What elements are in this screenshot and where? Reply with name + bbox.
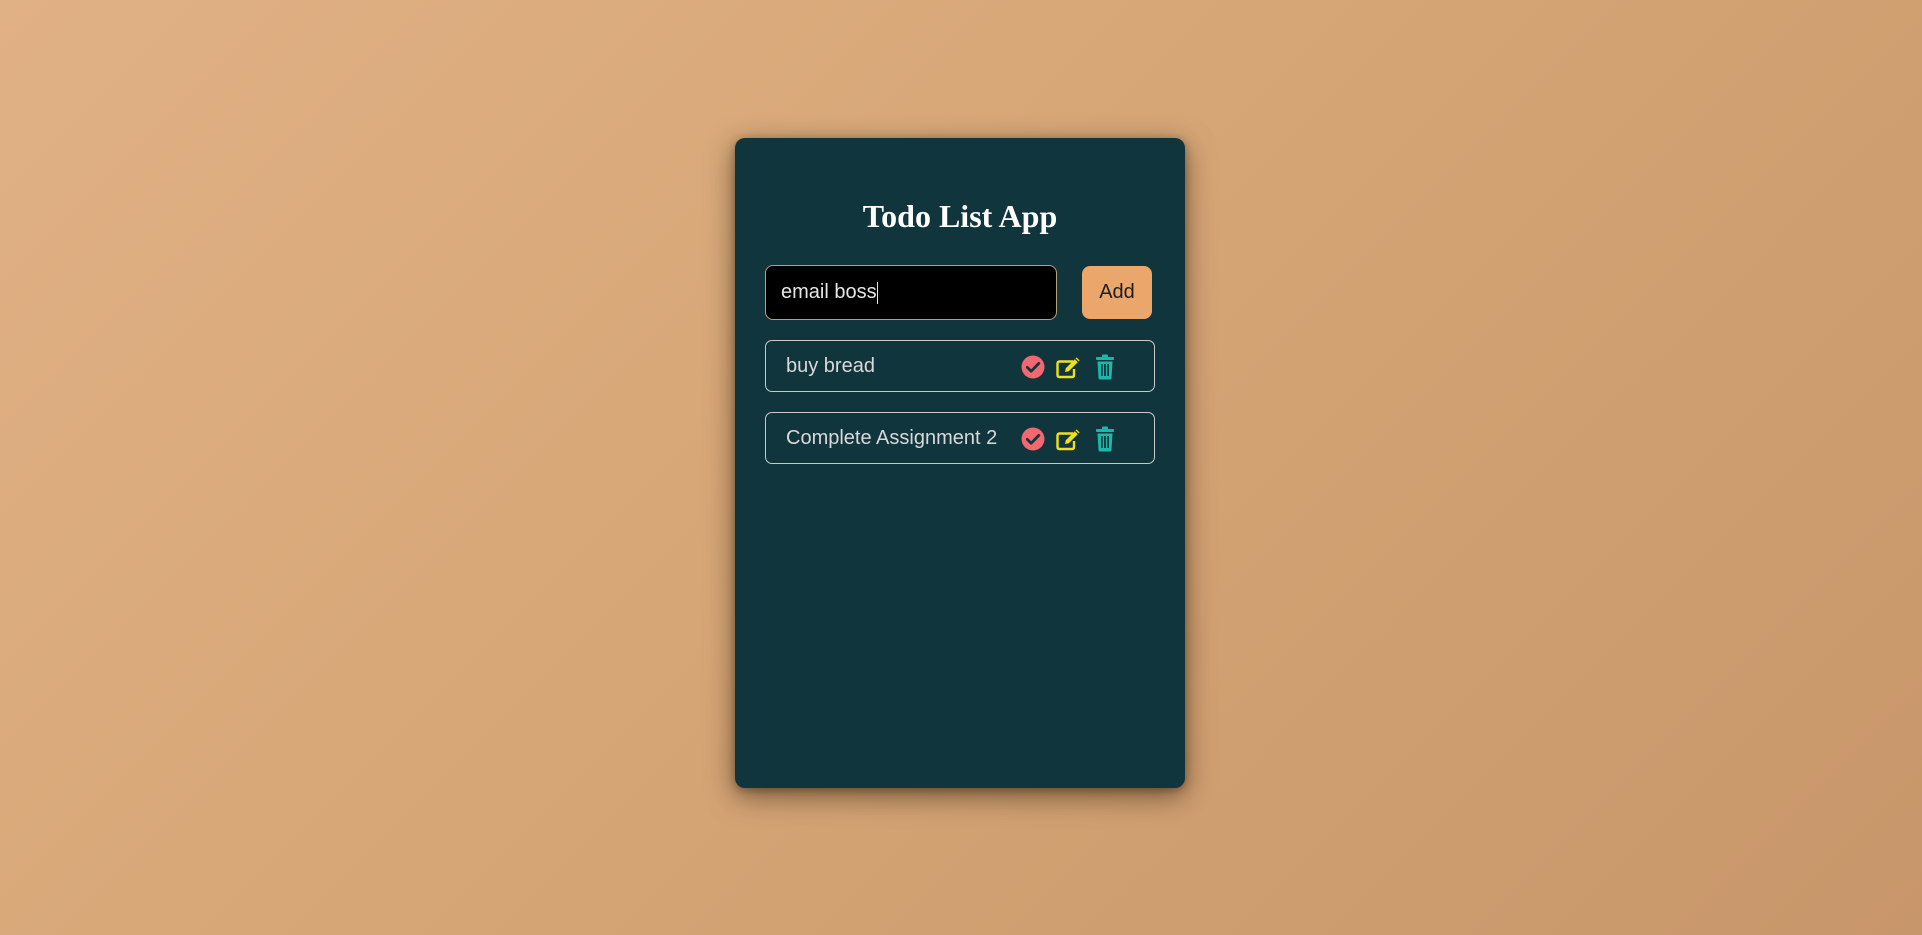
todo-item-actions xyxy=(1019,426,1127,452)
todo-list: buy bread Complete Assignment 2 xyxy=(765,340,1155,484)
todo-input[interactable]: email boss xyxy=(765,265,1057,320)
todo-item: Complete Assignment 2 xyxy=(765,412,1155,464)
pencil-square-icon[interactable] xyxy=(1055,354,1083,380)
todo-item-text: Complete Assignment 2 xyxy=(786,427,998,449)
check-circle-icon[interactable] xyxy=(1019,426,1047,452)
trash-icon[interactable] xyxy=(1091,354,1119,380)
todo-item-text: buy bread xyxy=(786,355,875,377)
trash-icon[interactable] xyxy=(1091,426,1119,452)
add-button[interactable]: Add xyxy=(1082,266,1152,319)
text-caret xyxy=(876,281,878,304)
pencil-square-icon[interactable] xyxy=(1055,426,1083,452)
page-title: Todo List App xyxy=(862,198,1058,234)
todo-input-value: email boss xyxy=(781,281,877,303)
todo-item-actions xyxy=(1019,354,1127,380)
todo-item: buy bread xyxy=(765,340,1155,392)
todo-card: Todo List App email boss Add buy bread C… xyxy=(735,138,1185,788)
check-circle-icon[interactable] xyxy=(1019,354,1047,380)
